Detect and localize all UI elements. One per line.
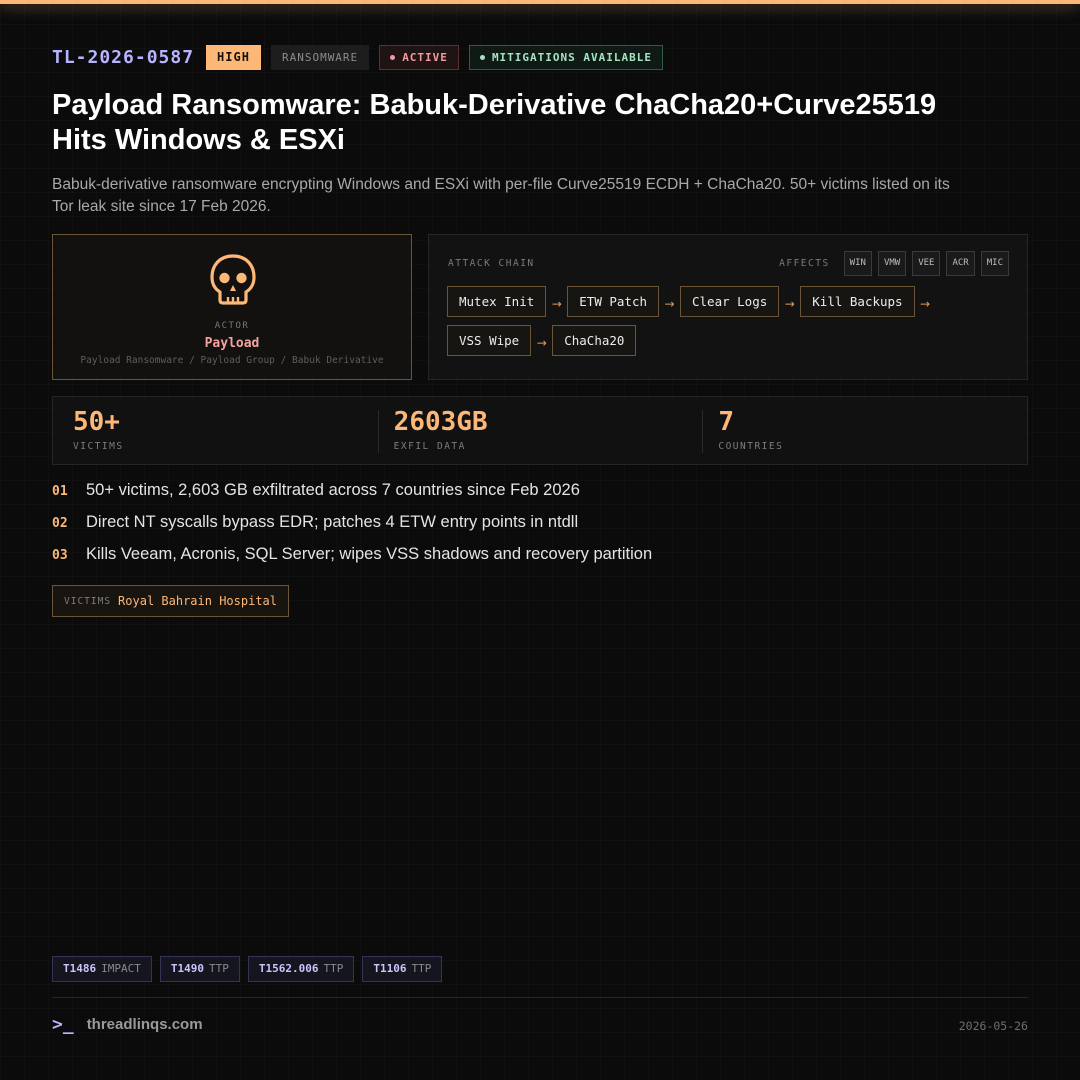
victims-label: VICTIMS [64,595,112,607]
chain-step-chacha20: ChaCha20 [552,325,637,356]
arrow-right-icon: → [551,296,562,311]
affects-label: AFFECTS [779,258,830,269]
ttp-tag-t1490: T1490 TTP [159,956,240,982]
ttp-id: T1486 [63,962,97,975]
status-badge: ACTIVE [379,45,459,70]
stat-label: VICTIMS [73,441,124,452]
finding-text: 50+ victims, 2,603 GB exfiltrated across… [86,481,580,499]
finding-number: 02 [52,516,68,531]
victims-value: Royal Bahrain Hospital [118,594,277,608]
report-id: TL-2026-0587 [52,47,195,68]
finding-text: Direct NT syscalls bypass EDR; patches 4… [86,513,579,531]
stat-value: 50+ [73,407,120,437]
stat-value: 2603GB [393,407,488,437]
brand-name: threadlinqs.com [86,1016,203,1033]
arrow-right-icon: → [920,296,931,311]
finding-text: Kills Veeam, Acronis, SQL Server; wipes … [86,545,653,563]
stats-panel: 50+ VICTIMS 2603GB EXFIL DATA 7 COUNTRIE… [52,396,1028,465]
list-item: 02 Direct NT syscalls bypass EDR; patche… [52,513,1012,545]
ttp-id: T1106 [373,962,407,975]
chain-step-etw-patch: ETW Patch [567,286,659,317]
key-findings-list: 01 50+ victims, 2,603 GB exfiltrated acr… [52,481,1012,577]
list-item: 03 Kills Veeam, Acronis, SQL Server; wip… [52,545,1012,577]
actor-aliases: Payload Ransomware / Payload Group / Bab… [80,355,384,366]
stat-label: COUNTRIES [718,441,784,452]
attack-chain-card: ATTACK CHAIN AFFECTS WIN VMW VEE ACR MIC… [428,234,1028,380]
ttp-tag-t1486: T1486 IMPACT [52,956,152,982]
attack-chain-title: ATTACK CHAIN [448,258,535,269]
stat-exfil-data: 2603GB EXFIL DATA [377,397,703,464]
ttp-kind: TTP [209,962,229,975]
chain-step-kill-backups: Kill Backups [800,286,915,317]
attack-chain-steps: Mutex Init → ETW Patch → Clear Logs → Ki… [447,286,1017,356]
skull-icon [210,254,256,305]
arrow-right-icon: → [784,296,795,311]
stat-value: 7 [718,407,734,437]
arrow-right-icon: → [536,335,547,350]
affects-tag-win: WIN [843,251,872,276]
actor-name: Payload [204,336,260,351]
ttp-kind: TTP [411,962,432,975]
category-badge: RANSOMWARE [270,45,370,70]
top-accent-bar [0,0,1080,4]
ttp-tag-t1106: T1106 TTP [362,956,443,982]
list-item: 01 50+ victims, 2,603 GB exfiltrated acr… [52,481,1012,513]
mitigation-badge: MITIGATIONS AVAILABLE [468,45,664,70]
report-summary: Babuk-derivative ransomware encrypting W… [52,176,950,215]
affects-tag-acr: ACR [946,251,975,276]
actor-label: ACTOR [214,321,250,331]
footer-divider [52,997,1028,998]
finding-number: 01 [52,484,68,499]
stat-countries: 7 COUNTRIES [702,397,1027,464]
finding-number: 03 [52,548,68,563]
chain-step-vss-wipe: VSS Wipe [447,325,532,356]
ttp-id: T1490 [170,962,204,975]
affects-tag-mic: MIC [980,251,1009,276]
arrow-right-icon: → [664,296,675,311]
status-label: ACTIVE [402,51,448,64]
victims-tag: VICTIMS Royal Bahrain Hospital [52,585,289,617]
mitigation-label: MITIGATIONS AVAILABLE [491,51,653,64]
affects-list: AFFECTS WIN VMW VEE ACR MIC [779,251,1009,276]
ttp-kind: TTP [323,962,344,975]
ttp-id: T1562.006 [258,962,319,975]
mitigation-dot-icon [479,54,485,60]
stat-label: EXFIL DATA [393,441,466,452]
ttp-tags: T1486 IMPACT T1490 TTP T1562.006 TTP T1106 T… [52,956,443,982]
affects-tag-vmw: VMW [877,251,907,276]
page-title: Payload Ransomware: Babuk-Derivative Cha… [52,89,937,156]
footer-brand: >_ threadlinqs.com [52,1014,203,1035]
report-date: 2026-05-26 [958,1019,1028,1033]
ttp-kind: IMPACT [101,962,141,975]
actor-card: ACTOR Payload Payload Ransomware / Paylo… [52,234,412,380]
chain-step-clear-logs: Clear Logs [680,286,780,317]
status-dot-icon [390,54,396,60]
stat-victims: 50+ VICTIMS [53,397,378,464]
ttp-tag-t1562-006: T1562.006 TTP [247,956,355,982]
report-meta-row: TL-2026-0587 HIGH RANSOMWARE ACTIVE MITI… [52,45,664,70]
chain-step-mutex-init: Mutex Init [447,286,547,317]
affects-tag-vee: VEE [912,251,941,276]
severity-badge: HIGH [206,45,261,70]
terminal-prompt-icon: >_ [52,1014,74,1035]
